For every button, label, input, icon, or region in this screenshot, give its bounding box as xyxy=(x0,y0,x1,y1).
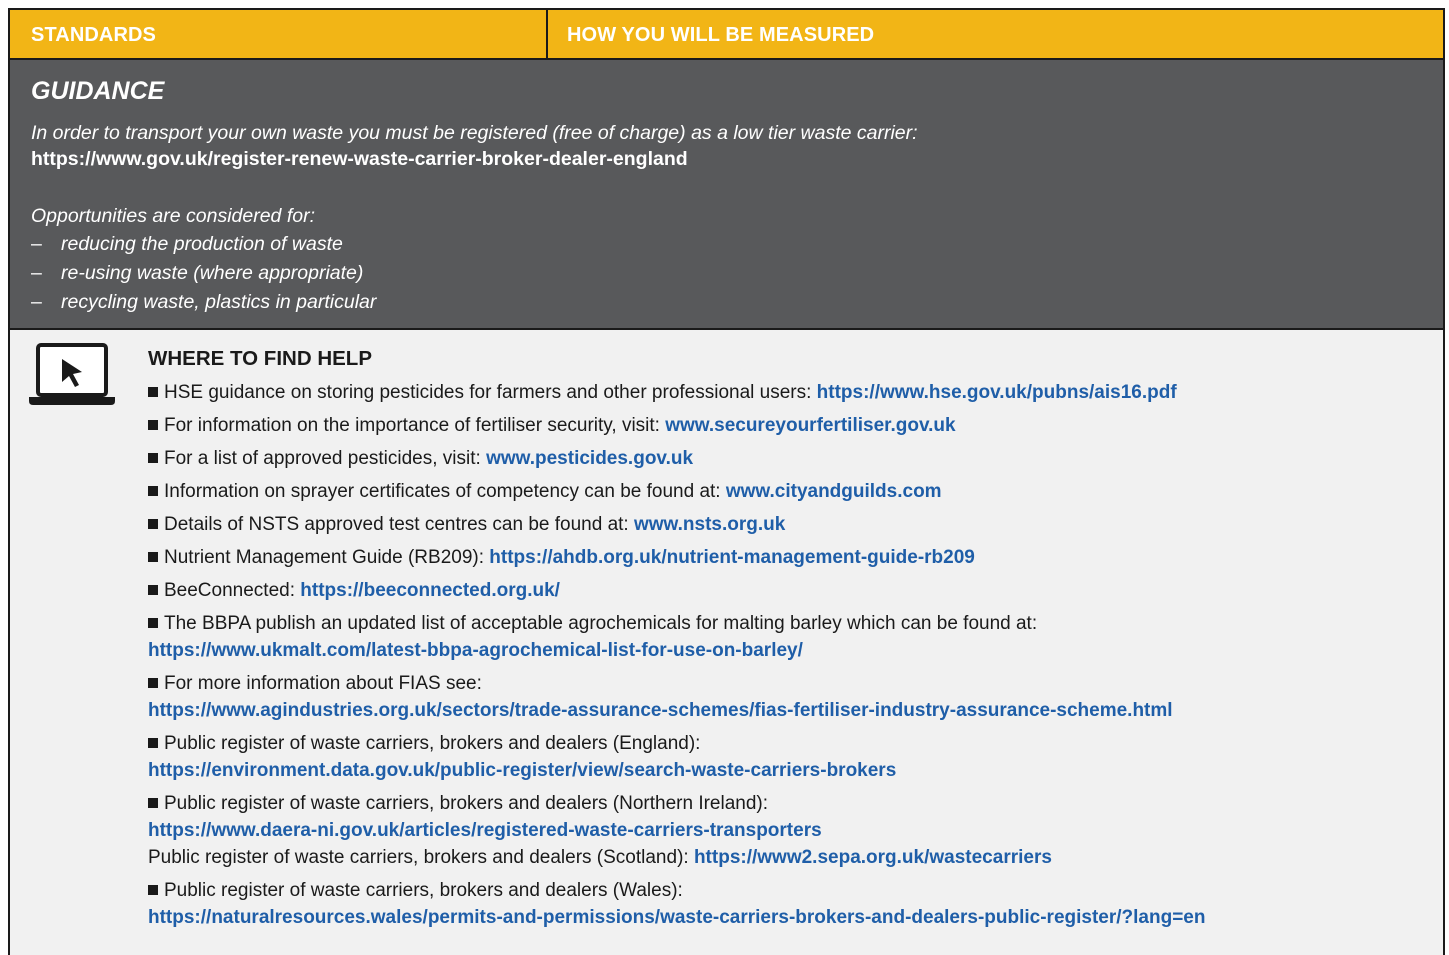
help-link[interactable]: www.pesticides.gov.uk xyxy=(486,448,693,469)
help-title: WHERE TO FIND HELP xyxy=(148,347,372,370)
help-link[interactable]: https://www.ukmalt.com/latest-bbpa-agroc… xyxy=(148,640,803,662)
help-link[interactable]: https://www2.sepa.org.uk/wastecarriers xyxy=(694,847,1052,868)
help-link[interactable]: https://naturalresources.wales/permits-a… xyxy=(148,907,1205,929)
guidance-link[interactable]: https://www.gov.uk/register-renew-waste-… xyxy=(31,148,688,171)
bullet-square-icon xyxy=(148,738,158,748)
help-link[interactable]: www.cityandguilds.com xyxy=(726,481,942,502)
guidance-title: GUIDANCE xyxy=(31,77,165,105)
help-link[interactable]: https://environment.data.gov.uk/public-r… xyxy=(148,760,896,782)
bullet-square-icon xyxy=(148,486,158,496)
bullet-square-icon xyxy=(148,885,158,895)
guidance-bullet: – recycling waste, plastics in particular xyxy=(31,291,377,313)
table-header: STANDARDS HOW YOU WILL BE MEASURED xyxy=(10,10,1443,60)
help-link[interactable]: https://www.hse.gov.uk/pubns/ais16.pdf xyxy=(817,382,1177,403)
help-link[interactable]: www.secureyourfertiliser.gov.uk xyxy=(665,415,955,436)
help-link[interactable]: https://ahdb.org.uk/nutrient-management-… xyxy=(489,547,975,568)
guidance-panel: GUIDANCE In order to transport your own … xyxy=(10,60,1443,330)
bullet-square-icon xyxy=(148,618,158,628)
bullet-square-icon xyxy=(148,453,158,463)
help-item: The BBPA publish an updated list of acce… xyxy=(148,613,1037,635)
standards-header: STANDARDS xyxy=(10,10,548,58)
help-item: Public register of waste carriers, broke… xyxy=(148,733,700,755)
guidance-bullet: – reducing the production of waste xyxy=(31,233,343,255)
guidance-intro: In order to transport your own waste you… xyxy=(31,122,918,144)
help-link[interactable]: https://www.agindustries.org.uk/sectors/… xyxy=(148,700,1173,722)
guidance-bullet: – re-using waste (where appropriate) xyxy=(31,262,364,284)
bullet-square-icon xyxy=(148,798,158,808)
help-item: HSE guidance on storing pesticides for f… xyxy=(148,382,1177,404)
help-item: Public register of waste carriers, broke… xyxy=(148,880,683,902)
help-item: Public register of waste carriers, broke… xyxy=(148,793,768,815)
help-link[interactable]: https://www.daera-ni.gov.uk/articles/reg… xyxy=(148,820,822,842)
opportunities-label: Opportunities are considered for: xyxy=(31,205,315,227)
help-item: For more information about FIAS see: xyxy=(148,673,482,695)
bullet-square-icon xyxy=(148,519,158,529)
help-item: Details of NSTS approved test centres ca… xyxy=(148,514,785,536)
laptop-cursor-icon xyxy=(29,343,115,405)
bullet-square-icon xyxy=(148,585,158,595)
help-item-scotland: Public register of waste carriers, broke… xyxy=(148,847,1052,868)
help-item: BeeConnected: https://beeconnected.org.u… xyxy=(148,580,560,602)
standards-table: STANDARDS HOW YOU WILL BE MEASURED GUIDA… xyxy=(8,8,1445,955)
help-item: For information on the importance of fer… xyxy=(148,415,956,437)
help-item: For a list of approved pesticides, visit… xyxy=(148,448,693,470)
bullet-square-icon xyxy=(148,678,158,688)
bullet-square-icon xyxy=(148,387,158,397)
bullet-square-icon xyxy=(148,552,158,562)
help-link[interactable]: https://beeconnected.org.uk/ xyxy=(300,580,560,601)
bullet-square-icon xyxy=(148,420,158,430)
help-item: Information on sprayer certificates of c… xyxy=(148,481,942,503)
help-item: Nutrient Management Guide (RB209): https… xyxy=(148,547,975,569)
help-link[interactable]: www.nsts.org.uk xyxy=(634,514,785,535)
measured-header: HOW YOU WILL BE MEASURED xyxy=(567,24,875,46)
